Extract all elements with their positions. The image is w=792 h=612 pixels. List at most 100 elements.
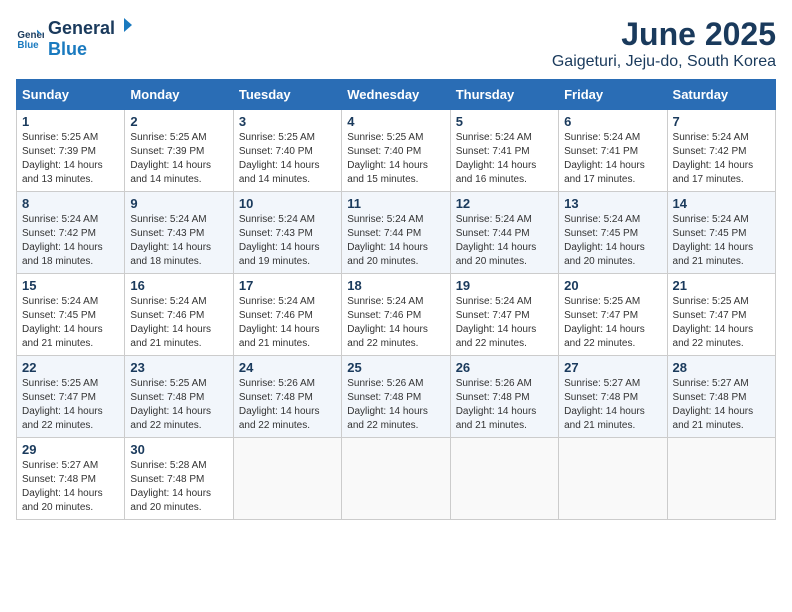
day-number: 11 — [347, 196, 444, 211]
day-details: Sunrise: 5:24 AM Sunset: 7:42 PM Dayligh… — [22, 213, 119, 269]
day-number: 26 — [456, 360, 553, 375]
day-number: 6 — [564, 114, 661, 129]
day-details: Sunrise: 5:24 AM Sunset: 7:46 PM Dayligh… — [239, 295, 336, 351]
weekday-header: Wednesday — [342, 80, 450, 110]
day-number: 22 — [22, 360, 119, 375]
day-details: Sunrise: 5:28 AM Sunset: 7:48 PM Dayligh… — [130, 459, 227, 515]
day-details: Sunrise: 5:25 AM Sunset: 7:40 PM Dayligh… — [239, 131, 336, 187]
calendar-week-row: 15 Sunrise: 5:24 AM Sunset: 7:45 PM Dayl… — [17, 274, 776, 356]
calendar-day-cell: 27 Sunrise: 5:27 AM Sunset: 7:48 PM Dayl… — [559, 356, 667, 438]
calendar-day-cell: 26 Sunrise: 5:26 AM Sunset: 7:48 PM Dayl… — [450, 356, 558, 438]
day-number: 16 — [130, 278, 227, 293]
weekday-header: Monday — [125, 80, 233, 110]
day-details: Sunrise: 5:25 AM Sunset: 7:39 PM Dayligh… — [22, 131, 119, 187]
calendar-day-cell — [233, 438, 341, 520]
day-details: Sunrise: 5:25 AM Sunset: 7:48 PM Dayligh… — [130, 377, 227, 433]
day-details: Sunrise: 5:24 AM Sunset: 7:41 PM Dayligh… — [456, 131, 553, 187]
calendar-day-cell — [450, 438, 558, 520]
day-details: Sunrise: 5:25 AM Sunset: 7:47 PM Dayligh… — [564, 295, 661, 351]
day-details: Sunrise: 5:24 AM Sunset: 7:44 PM Dayligh… — [456, 213, 553, 269]
calendar-day-cell: 22 Sunrise: 5:25 AM Sunset: 7:47 PM Dayl… — [17, 356, 125, 438]
weekday-header: Thursday — [450, 80, 558, 110]
day-number: 29 — [22, 442, 119, 457]
calendar-day-cell: 29 Sunrise: 5:27 AM Sunset: 7:48 PM Dayl… — [17, 438, 125, 520]
day-number: 9 — [130, 196, 227, 211]
logo-blue: Blue — [48, 39, 87, 59]
calendar-day-cell: 8 Sunrise: 5:24 AM Sunset: 7:42 PM Dayli… — [17, 192, 125, 274]
day-number: 18 — [347, 278, 444, 293]
calendar-day-cell: 13 Sunrise: 5:24 AM Sunset: 7:45 PM Dayl… — [559, 192, 667, 274]
logo-chevron-icon — [116, 16, 134, 34]
calendar-day-cell — [342, 438, 450, 520]
calendar-day-cell: 18 Sunrise: 5:24 AM Sunset: 7:46 PM Dayl… — [342, 274, 450, 356]
page-header: General Blue General Blue June 2025 Gaig… — [16, 16, 776, 71]
svg-text:Blue: Blue — [17, 40, 39, 51]
day-details: Sunrise: 5:25 AM Sunset: 7:40 PM Dayligh… — [347, 131, 444, 187]
calendar-day-cell: 21 Sunrise: 5:25 AM Sunset: 7:47 PM Dayl… — [667, 274, 775, 356]
day-details: Sunrise: 5:26 AM Sunset: 7:48 PM Dayligh… — [239, 377, 336, 433]
calendar-day-cell: 30 Sunrise: 5:28 AM Sunset: 7:48 PM Dayl… — [125, 438, 233, 520]
calendar-day-cell: 28 Sunrise: 5:27 AM Sunset: 7:48 PM Dayl… — [667, 356, 775, 438]
calendar-day-cell — [559, 438, 667, 520]
calendar-day-cell: 23 Sunrise: 5:25 AM Sunset: 7:48 PM Dayl… — [125, 356, 233, 438]
day-details: Sunrise: 5:24 AM Sunset: 7:42 PM Dayligh… — [673, 131, 770, 187]
logo-general: General — [48, 18, 115, 39]
day-number: 10 — [239, 196, 336, 211]
calendar-day-cell: 14 Sunrise: 5:24 AM Sunset: 7:45 PM Dayl… — [667, 192, 775, 274]
weekday-header-row: SundayMondayTuesdayWednesdayThursdayFrid… — [17, 80, 776, 110]
day-number: 30 — [130, 442, 227, 457]
day-details: Sunrise: 5:25 AM Sunset: 7:39 PM Dayligh… — [130, 131, 227, 187]
day-number: 4 — [347, 114, 444, 129]
calendar-day-cell: 3 Sunrise: 5:25 AM Sunset: 7:40 PM Dayli… — [233, 110, 341, 192]
calendar-day-cell: 9 Sunrise: 5:24 AM Sunset: 7:43 PM Dayli… — [125, 192, 233, 274]
calendar-day-cell: 19 Sunrise: 5:24 AM Sunset: 7:47 PM Dayl… — [450, 274, 558, 356]
calendar-subtitle: Gaigeturi, Jeju-do, South Korea — [552, 53, 776, 71]
day-number: 17 — [239, 278, 336, 293]
weekday-header: Saturday — [667, 80, 775, 110]
day-number: 19 — [456, 278, 553, 293]
day-number: 23 — [130, 360, 227, 375]
day-number: 25 — [347, 360, 444, 375]
weekday-header: Tuesday — [233, 80, 341, 110]
day-number: 14 — [673, 196, 770, 211]
calendar-day-cell: 5 Sunrise: 5:24 AM Sunset: 7:41 PM Dayli… — [450, 110, 558, 192]
calendar-week-row: 22 Sunrise: 5:25 AM Sunset: 7:47 PM Dayl… — [17, 356, 776, 438]
day-number: 15 — [22, 278, 119, 293]
day-details: Sunrise: 5:26 AM Sunset: 7:48 PM Dayligh… — [347, 377, 444, 433]
calendar-day-cell: 16 Sunrise: 5:24 AM Sunset: 7:46 PM Dayl… — [125, 274, 233, 356]
day-details: Sunrise: 5:24 AM Sunset: 7:47 PM Dayligh… — [456, 295, 553, 351]
day-number: 24 — [239, 360, 336, 375]
logo-icon: General Blue — [16, 24, 44, 52]
day-number: 12 — [456, 196, 553, 211]
day-details: Sunrise: 5:24 AM Sunset: 7:46 PM Dayligh… — [347, 295, 444, 351]
calendar-day-cell: 1 Sunrise: 5:25 AM Sunset: 7:39 PM Dayli… — [17, 110, 125, 192]
calendar-day-cell: 7 Sunrise: 5:24 AM Sunset: 7:42 PM Dayli… — [667, 110, 775, 192]
day-number: 27 — [564, 360, 661, 375]
day-details: Sunrise: 5:27 AM Sunset: 7:48 PM Dayligh… — [673, 377, 770, 433]
weekday-header: Sunday — [17, 80, 125, 110]
calendar-week-row: 29 Sunrise: 5:27 AM Sunset: 7:48 PM Dayl… — [17, 438, 776, 520]
day-details: Sunrise: 5:24 AM Sunset: 7:41 PM Dayligh… — [564, 131, 661, 187]
day-number: 20 — [564, 278, 661, 293]
weekday-header: Friday — [559, 80, 667, 110]
day-number: 8 — [22, 196, 119, 211]
day-details: Sunrise: 5:27 AM Sunset: 7:48 PM Dayligh… — [564, 377, 661, 433]
day-details: Sunrise: 5:26 AM Sunset: 7:48 PM Dayligh… — [456, 377, 553, 433]
calendar-day-cell: 15 Sunrise: 5:24 AM Sunset: 7:45 PM Dayl… — [17, 274, 125, 356]
day-details: Sunrise: 5:25 AM Sunset: 7:47 PM Dayligh… — [22, 377, 119, 433]
day-number: 13 — [564, 196, 661, 211]
calendar-day-cell: 17 Sunrise: 5:24 AM Sunset: 7:46 PM Dayl… — [233, 274, 341, 356]
title-area: June 2025 Gaigeturi, Jeju-do, South Kore… — [552, 16, 776, 71]
calendar-day-cell — [667, 438, 775, 520]
day-number: 5 — [456, 114, 553, 129]
calendar-week-row: 1 Sunrise: 5:25 AM Sunset: 7:39 PM Dayli… — [17, 110, 776, 192]
day-details: Sunrise: 5:24 AM Sunset: 7:46 PM Dayligh… — [130, 295, 227, 351]
day-details: Sunrise: 5:24 AM Sunset: 7:45 PM Dayligh… — [564, 213, 661, 269]
day-details: Sunrise: 5:24 AM Sunset: 7:43 PM Dayligh… — [130, 213, 227, 269]
calendar-day-cell: 25 Sunrise: 5:26 AM Sunset: 7:48 PM Dayl… — [342, 356, 450, 438]
calendar-week-row: 8 Sunrise: 5:24 AM Sunset: 7:42 PM Dayli… — [17, 192, 776, 274]
calendar-day-cell: 24 Sunrise: 5:26 AM Sunset: 7:48 PM Dayl… — [233, 356, 341, 438]
logo: General Blue General Blue — [16, 16, 135, 60]
day-details: Sunrise: 5:25 AM Sunset: 7:47 PM Dayligh… — [673, 295, 770, 351]
day-details: Sunrise: 5:24 AM Sunset: 7:44 PM Dayligh… — [347, 213, 444, 269]
